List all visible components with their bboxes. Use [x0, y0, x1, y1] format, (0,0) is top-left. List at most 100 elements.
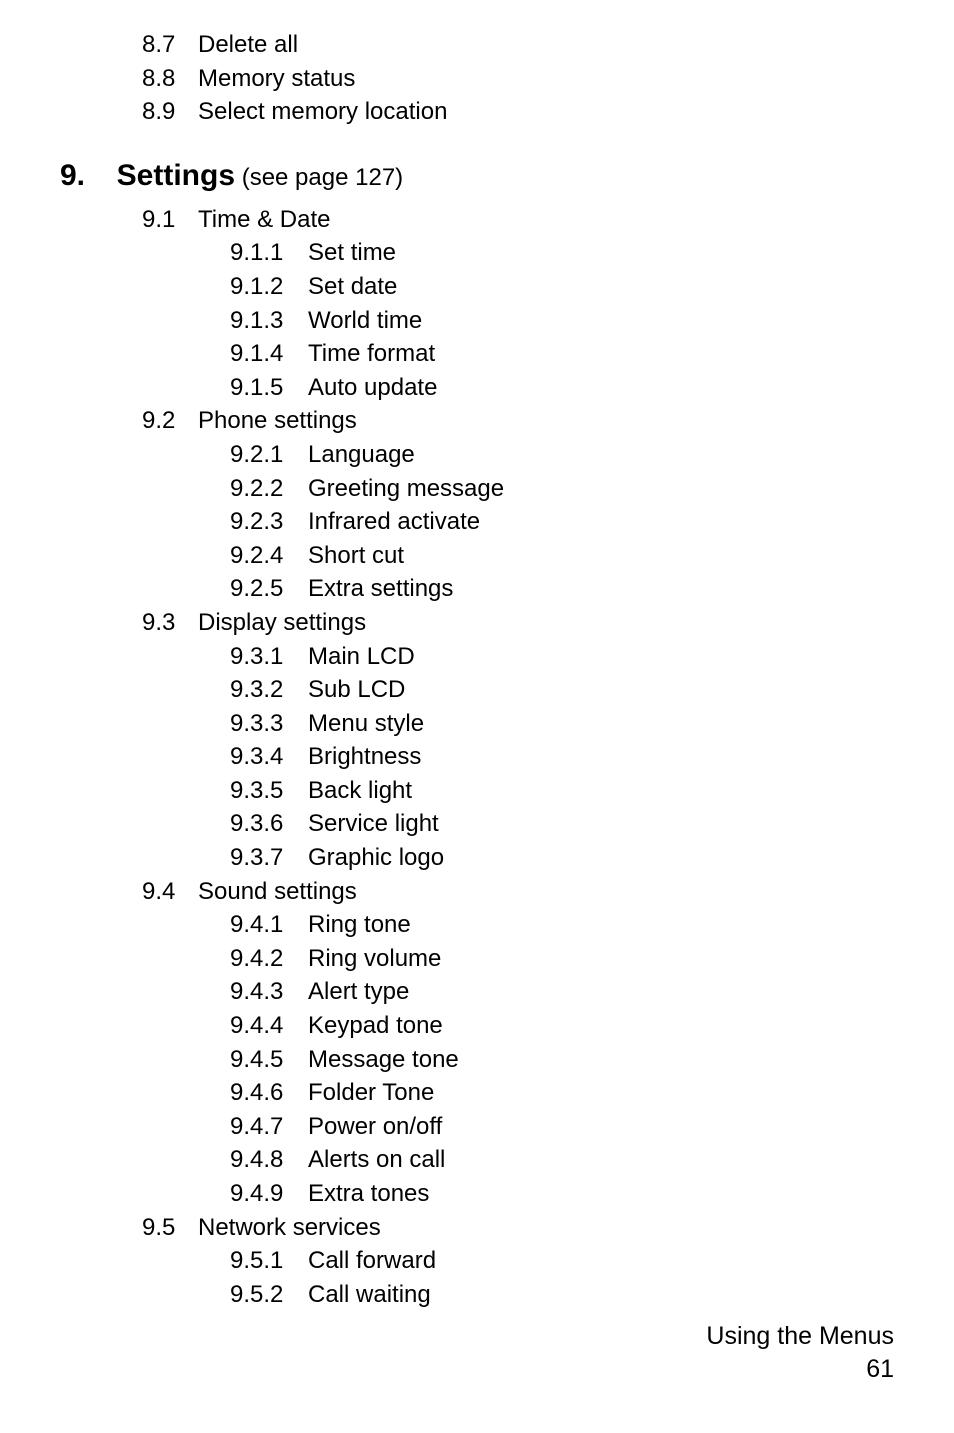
- toc-subitem: 9.3.2Sub LCD: [230, 673, 894, 707]
- toc-subitem: 9.1.5Auto update: [230, 371, 894, 405]
- subitem-number: 9.5.1: [230, 1244, 308, 1278]
- page-footer: Using the Menus 61: [706, 1320, 894, 1385]
- item-number: 8.8: [142, 62, 198, 96]
- toc-item: 8.8Memory status: [142, 62, 894, 96]
- toc-subitem: 9.4.1Ring tone: [230, 908, 894, 942]
- toc-subitem: 9.2.5Extra settings: [230, 572, 894, 606]
- subitem-label: Set date: [308, 273, 397, 300]
- subitem-number: 9.4.4: [230, 1009, 308, 1043]
- subitem-number: 9.3.7: [230, 841, 308, 875]
- subitem-label: Ring volume: [308, 945, 441, 972]
- toc-subitem: 9.4.7Power on/off: [230, 1110, 894, 1144]
- toc-subitem: 9.5.2Call waiting: [230, 1278, 894, 1312]
- toc-section: 9.1Time & Date: [142, 203, 894, 237]
- toc-subitem: 9.4.3Alert type: [230, 975, 894, 1009]
- subitem-label: Main LCD: [308, 643, 415, 670]
- subitem-label: Infrared activate: [308, 508, 480, 535]
- item-number: 8.9: [142, 95, 198, 129]
- toc-subitem: 9.1.1Set time: [230, 236, 894, 270]
- subitem-number: 9.2.4: [230, 539, 308, 573]
- subitem-label: Service light: [308, 810, 439, 837]
- subitem-number: 9.4.7: [230, 1110, 308, 1144]
- subitem-number: 9.3.2: [230, 673, 308, 707]
- toc-subitem: 9.4.8Alerts on call: [230, 1143, 894, 1177]
- chapter-number: 9.: [60, 159, 110, 193]
- subitem-label: Short cut: [308, 542, 404, 569]
- subitem-label: Sub LCD: [308, 676, 405, 703]
- subitem-label: Menu style: [308, 710, 424, 737]
- section-number: 9.2: [142, 404, 198, 438]
- item-number: 8.7: [142, 28, 198, 62]
- toc-subitem: 9.3.5Back light: [230, 774, 894, 808]
- subitem-label: Graphic logo: [308, 844, 444, 871]
- toc-item: 8.9Select memory location: [142, 95, 894, 129]
- subitem-label: Greeting message: [308, 475, 504, 502]
- section-label: Sound settings: [198, 878, 357, 905]
- subitem-label: Call waiting: [308, 1281, 431, 1308]
- toc-subitem: 9.3.7Graphic logo: [230, 841, 894, 875]
- subitem-number: 9.1.2: [230, 270, 308, 304]
- subitem-number: 9.3.6: [230, 807, 308, 841]
- toc-subitem: 9.3.4Brightness: [230, 740, 894, 774]
- subitem-number: 9.3.1: [230, 640, 308, 674]
- section-label: Phone settings: [198, 407, 357, 434]
- subitem-number: 9.4.5: [230, 1043, 308, 1077]
- subitem-label: Alerts on call: [308, 1146, 445, 1173]
- section-number: 9.5: [142, 1211, 198, 1245]
- toc-item: 8.7Delete all: [142, 28, 894, 62]
- subitem-number: 9.2.5: [230, 572, 308, 606]
- toc-section: 9.2Phone settings: [142, 404, 894, 438]
- section-label: Display settings: [198, 609, 366, 636]
- subitem-label: Power on/off: [308, 1113, 442, 1140]
- sections-list: 9.1Time & Date9.1.1Set time9.1.2Set date…: [60, 203, 894, 1312]
- toc-subitem: 9.3.1Main LCD: [230, 640, 894, 674]
- item-label: Memory status: [198, 65, 355, 92]
- toc-subitem: 9.3.3Menu style: [230, 707, 894, 741]
- chapter-see-ref: (see page 127): [242, 164, 403, 191]
- subitem-label: Message tone: [308, 1046, 459, 1073]
- toc-subitem: 9.2.4Short cut: [230, 539, 894, 573]
- toc-subitem: 9.3.6Service light: [230, 807, 894, 841]
- subitem-number: 9.4.8: [230, 1143, 308, 1177]
- toc-subitem: 9.4.9Extra tones: [230, 1177, 894, 1211]
- subitem-number: 9.2.1: [230, 438, 308, 472]
- subitem-number: 9.1.5: [230, 371, 308, 405]
- subitem-label: Extra tones: [308, 1180, 429, 1207]
- leading-list: 8.7Delete all8.8Memory status8.9Select m…: [60, 28, 894, 129]
- toc-subitem: 9.5.1Call forward: [230, 1244, 894, 1278]
- subitem-label: Set time: [308, 239, 396, 266]
- toc-subitem: 9.2.2Greeting message: [230, 472, 894, 506]
- toc-subitem: 9.4.5Message tone: [230, 1043, 894, 1077]
- section-label: Network services: [198, 1214, 381, 1241]
- subitem-number: 9.4.6: [230, 1076, 308, 1110]
- subitem-number: 9.4.1: [230, 908, 308, 942]
- toc-subitem: 9.2.3Infrared activate: [230, 505, 894, 539]
- subitem-number: 9.5.2: [230, 1278, 308, 1312]
- subitem-label: Back light: [308, 777, 412, 804]
- toc-subitem: 9.1.3World time: [230, 304, 894, 338]
- section-label: Time & Date: [198, 206, 330, 233]
- item-label: Select memory location: [198, 98, 447, 125]
- subitem-label: Extra settings: [308, 575, 453, 602]
- toc-subitem: 9.1.4Time format: [230, 337, 894, 371]
- subitem-label: Folder Tone: [308, 1079, 434, 1106]
- item-label: Delete all: [198, 31, 298, 58]
- subitem-number: 9.3.5: [230, 774, 308, 808]
- subitem-label: World time: [308, 307, 422, 334]
- subitem-number: 9.1.4: [230, 337, 308, 371]
- subitem-number: 9.3.3: [230, 707, 308, 741]
- section-number: 9.3: [142, 606, 198, 640]
- subitem-number: 9.2.3: [230, 505, 308, 539]
- subitem-label: Keypad tone: [308, 1012, 443, 1039]
- section-number: 9.1: [142, 203, 198, 237]
- subitem-label: Call forward: [308, 1247, 436, 1274]
- footer-page-number: 61: [706, 1353, 894, 1386]
- toc-section: 9.5Network services: [142, 1211, 894, 1245]
- page-container: 8.7Delete all8.8Memory status8.9Select m…: [0, 0, 954, 1433]
- toc-section: 9.3Display settings: [142, 606, 894, 640]
- subitem-label: Auto update: [308, 374, 437, 401]
- footer-section-name: Using the Menus: [706, 1320, 894, 1353]
- toc-subitem: 9.1.2Set date: [230, 270, 894, 304]
- chapter-heading: 9. Settings (see page 127): [60, 159, 894, 193]
- subitem-number: 9.3.4: [230, 740, 308, 774]
